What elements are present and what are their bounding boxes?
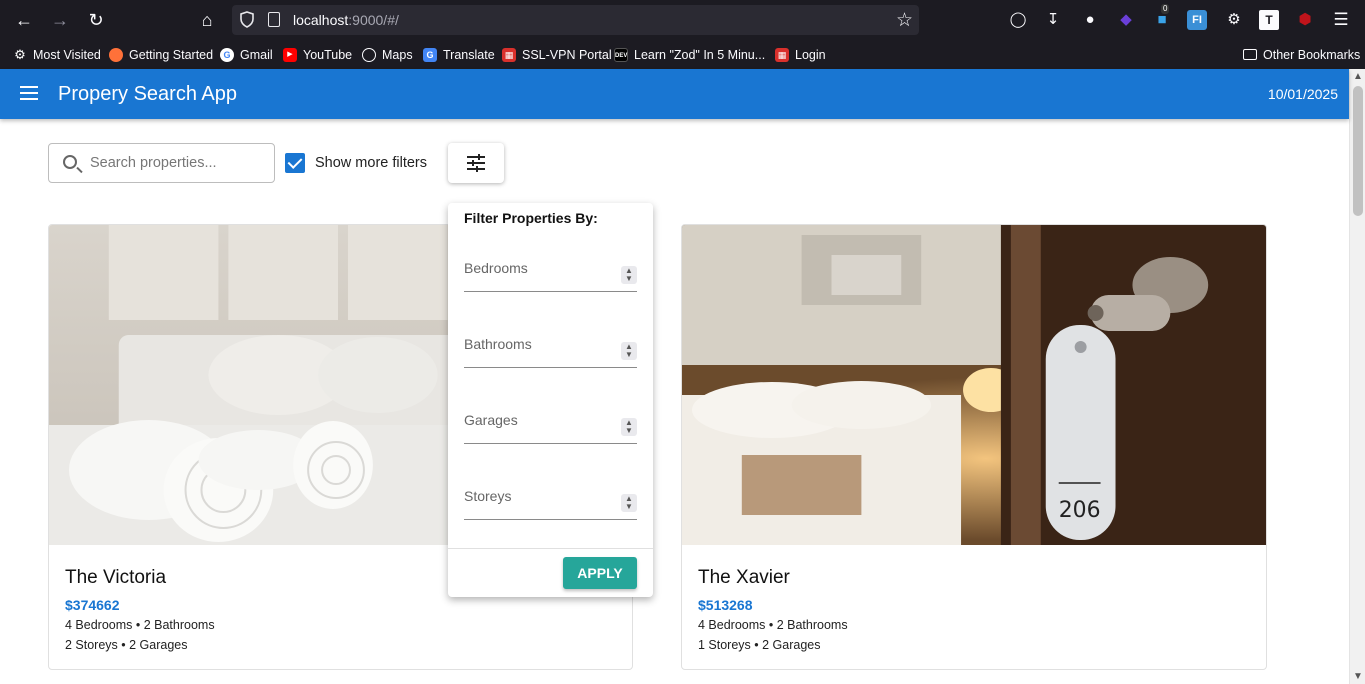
- login-icon: ▦: [775, 47, 789, 62]
- show-more-filters-checkbox[interactable]: [285, 153, 305, 173]
- search-placeholder: Search properties...: [90, 155, 217, 171]
- property-image: 206: [682, 225, 1266, 545]
- forward-icon[interactable]: →: [47, 8, 73, 32]
- property-rooms: 4 Bedrooms • 2 Bathrooms: [698, 618, 848, 632]
- extension-t-icon[interactable]: T: [1259, 10, 1279, 30]
- scroll-up-icon[interactable]: ▲: [1353, 71, 1363, 82]
- bookmark-learn-zod[interactable]: DEV Learn "Zod" In 5 Minu...: [614, 46, 765, 63]
- bookmark-label: Most Visited: [33, 47, 101, 62]
- hamburger-menu-icon[interactable]: [20, 86, 38, 100]
- home-icon[interactable]: ⌂: [194, 8, 220, 32]
- back-icon[interactable]: ←: [11, 8, 37, 32]
- field-label: Bedrooms: [464, 260, 528, 276]
- app-date: 10/01/2025: [1267, 86, 1338, 102]
- account-icon[interactable]: ●: [1080, 10, 1100, 30]
- url-bar[interactable]: localhost:9000/#/ ☆: [232, 5, 919, 35]
- app-menu-icon[interactable]: ☰: [1331, 10, 1351, 30]
- translate-icon: G: [423, 47, 437, 62]
- bookmark-label: Maps: [382, 47, 413, 62]
- number-spinner[interactable]: ▲ ▼: [621, 418, 637, 436]
- storeys-field[interactable]: Storeys ▲ ▼: [464, 480, 637, 520]
- bookmark-label: Learn "Zod" In 5 Minu...: [634, 47, 766, 62]
- scrollbar-thumb[interactable]: [1353, 86, 1363, 216]
- property-price: $513268: [698, 597, 753, 613]
- number-spinner[interactable]: ▲ ▼: [621, 494, 637, 512]
- property-card[interactable]: 206 The Xavier $513268 4 Bedrooms • 2 Ba…: [681, 224, 1267, 670]
- bookmark-label: YouTube: [303, 47, 353, 62]
- page-icon: [268, 12, 280, 27]
- bookmark-label: Getting Started: [129, 47, 214, 62]
- bookmark-star-icon[interactable]: ☆: [896, 9, 913, 32]
- search-input[interactable]: Search properties...: [48, 143, 275, 183]
- other-bookmarks[interactable]: Other Bookmarks: [1243, 46, 1360, 63]
- apply-button[interactable]: APPLY: [563, 557, 637, 589]
- bedrooms-field[interactable]: Bedrooms ▲ ▼: [464, 252, 637, 292]
- bathrooms-field[interactable]: Bathrooms ▲ ▼: [464, 328, 637, 368]
- youtube-icon: ▶: [283, 47, 297, 62]
- vpn-icon: ▦: [502, 47, 516, 62]
- gear-icon: ⚙: [14, 46, 26, 62]
- extension-badge-count: 0: [1161, 4, 1170, 14]
- room-key-tag-number: 206: [1059, 498, 1101, 523]
- property-storeys-garages: 2 Storeys • 2 Garages: [65, 638, 188, 652]
- show-more-filters-label: Show more filters: [315, 155, 428, 171]
- extension-fi-icon[interactable]: FI: [1187, 10, 1207, 30]
- reload-icon[interactable]: ↻: [83, 8, 109, 32]
- number-spinner[interactable]: ▲ ▼: [621, 266, 637, 284]
- folder-icon: [1243, 49, 1257, 60]
- browser-toolbar: ← → ↻ ⌂ localhost:9000/#/ ☆ ◯ ↧ ● ◆ ■ 0 F…: [0, 0, 1365, 40]
- property-name: The Xavier: [698, 567, 790, 588]
- property-price: $374662: [65, 597, 120, 613]
- other-bookmarks-label: Other Bookmarks: [1263, 47, 1361, 62]
- bookmark-login[interactable]: ▦ Login: [775, 46, 826, 63]
- filter-popover: Filter Properties By: Bedrooms ▲ ▼ Bathro…: [448, 203, 653, 597]
- property-rooms: 4 Bedrooms • 2 Bathrooms: [65, 618, 215, 632]
- bookmark-most-visited[interactable]: ⚙ Most Visited: [13, 46, 101, 63]
- field-label: Storeys: [464, 488, 512, 504]
- firefox-icon: [109, 47, 123, 62]
- extensions-puzzle-icon[interactable]: ⚙: [1224, 10, 1244, 30]
- bookmark-maps[interactable]: Maps: [362, 46, 413, 63]
- filter-toggle-button[interactable]: [448, 143, 504, 183]
- bookmark-label: Translate: [443, 47, 495, 62]
- google-icon: G: [220, 47, 234, 62]
- property-storeys-garages: 1 Storeys • 2 Garages: [698, 638, 821, 652]
- property-name: The Victoria: [65, 567, 167, 588]
- tune-icon: [467, 154, 485, 172]
- bookmark-youtube[interactable]: ▶ YouTube: [283, 46, 352, 63]
- globe-icon: [362, 47, 376, 62]
- field-label: Garages: [464, 412, 518, 428]
- bookmark-translate[interactable]: G Translate: [423, 46, 495, 63]
- bookmark-ssl-vpn[interactable]: ▦ SSL-VPN Portal: [502, 46, 612, 63]
- extension-diamond-icon[interactable]: ◆: [1116, 10, 1136, 30]
- bookmark-label: Login: [795, 47, 826, 62]
- bookmark-getting-started[interactable]: Getting Started: [109, 46, 213, 63]
- app-bar: Propery Search App 10/01/2025: [0, 69, 1349, 119]
- bookmark-gmail[interactable]: G Gmail: [220, 46, 273, 63]
- bookmarks-bar: ⚙ Most Visited Getting Started G Gmail ▶ Yo…: [0, 40, 1365, 69]
- number-spinner[interactable]: ▲ ▼: [621, 342, 637, 360]
- scroll-down-icon[interactable]: ▼: [1353, 671, 1363, 682]
- shield-icon: [240, 11, 254, 28]
- search-icon: [63, 155, 77, 169]
- app-title: Propery Search App: [58, 83, 237, 105]
- dev-icon: DEV: [614, 47, 628, 62]
- extension-badge-icon[interactable]: ■ 0: [1152, 4, 1172, 30]
- page-scrollbar[interactable]: ▲ ▼: [1349, 69, 1365, 684]
- url-text[interactable]: localhost:9000/#/: [293, 12, 399, 28]
- divider: [448, 548, 653, 549]
- filter-title: Filter Properties By:: [464, 210, 598, 226]
- ublock-icon[interactable]: ⬢: [1295, 10, 1315, 30]
- bookmark-label: Gmail: [240, 47, 273, 62]
- browser-chrome: ← → ↻ ⌂ localhost:9000/#/ ☆ ◯ ↧ ● ◆ ■ 0 F…: [0, 0, 1365, 69]
- pocket-icon[interactable]: ◯: [1008, 10, 1028, 30]
- download-icon[interactable]: ↧: [1043, 10, 1063, 30]
- field-label: Bathrooms: [464, 336, 532, 352]
- bookmark-label: SSL-VPN Portal: [522, 47, 612, 62]
- garages-field[interactable]: Garages ▲ ▼: [464, 404, 637, 444]
